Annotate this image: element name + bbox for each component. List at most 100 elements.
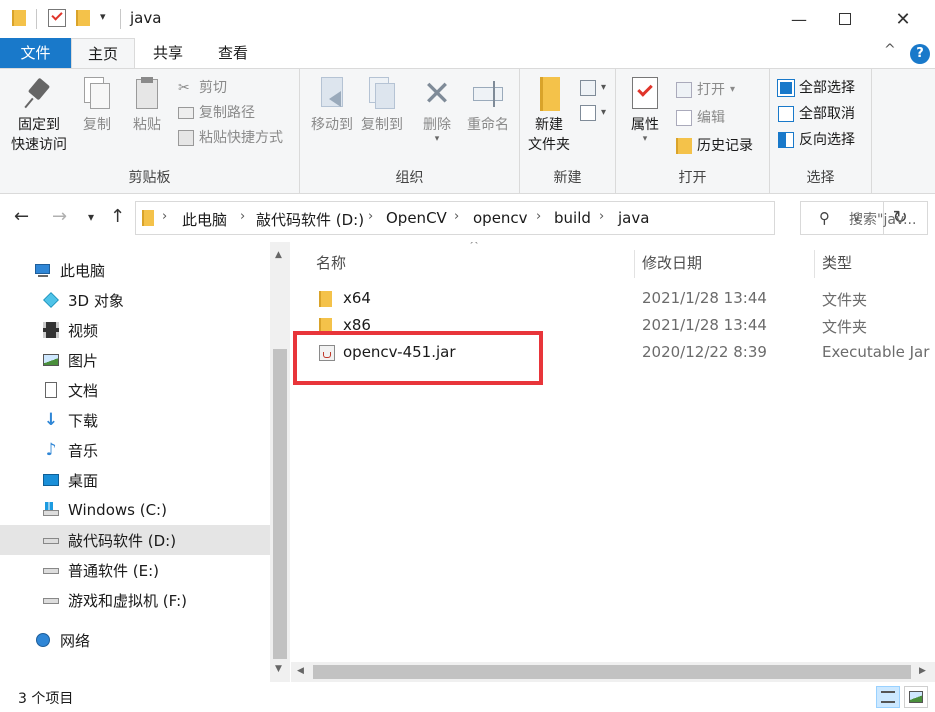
organize-group-label: 组织 — [395, 170, 424, 186]
windows-drive-icon — [42, 501, 60, 519]
scroll-thumb[interactable] — [273, 349, 287, 659]
file-list-horizontal-scrollbar[interactable]: ◀ ▶ — [291, 662, 935, 682]
new-group-label: 新建 — [553, 170, 582, 186]
breadcrumb-build[interactable]: build — [554, 209, 591, 227]
breadcrumb-separator-icon[interactable]: › — [240, 209, 245, 224]
scroll-thumb[interactable] — [313, 665, 911, 679]
tab-share[interactable]: 共享 — [138, 38, 198, 68]
breadcrumb-java[interactable]: java — [618, 209, 649, 227]
address-bar[interactable]: › 此电脑 › 敲代码软件 (D:) › OpenCV › opencv › b… — [135, 201, 908, 235]
nav-item-network[interactable]: 网络 — [0, 625, 270, 655]
scroll-left-icon[interactable]: ◀ — [297, 666, 304, 676]
nav-item-music[interactable]: ♪ 音乐 — [0, 435, 270, 465]
new-folder-icon[interactable] — [76, 10, 90, 26]
breadcrumb-drive-d[interactable]: 敲代码软件 (D:) — [256, 209, 364, 230]
pin-quick-access-button[interactable]: 固定到 快速访问 — [8, 77, 70, 155]
recent-locations-icon[interactable]: ▾ — [88, 210, 94, 224]
select-none-icon — [778, 106, 794, 122]
delete-label: 删除 — [423, 117, 451, 133]
copy-label: 复制 — [83, 117, 111, 133]
new-item-button[interactable]: ▾ — [580, 77, 606, 99]
paste-shortcut-button[interactable]: 粘贴快捷方式 — [178, 127, 283, 149]
paste-button[interactable]: 粘贴 — [124, 77, 170, 135]
search-icon: ⚲ — [819, 209, 830, 227]
column-header-type[interactable]: 类型 — [822, 252, 852, 276]
copy-path-button[interactable]: 复制路径 — [178, 102, 255, 124]
help-icon[interactable]: ? — [910, 44, 930, 64]
edit-button[interactable]: 编辑 — [676, 107, 725, 129]
copy-to-button[interactable]: 复制到 — [356, 77, 408, 135]
file-list: 名称 ^ 修改日期 类型 x64 2021/1/28 13:44 文件夹 x86… — [291, 242, 935, 662]
nav-item-downloads[interactable]: ↓ 下载 — [0, 405, 270, 435]
maximize-button[interactable] — [822, 0, 868, 38]
rename-button[interactable]: 重命名 — [462, 77, 514, 135]
column-header-date[interactable]: 修改日期 — [642, 252, 702, 276]
breadcrumb-separator-icon[interactable]: › — [454, 209, 459, 224]
collapse-ribbon-icon[interactable]: ^ — [884, 42, 896, 58]
copy-button[interactable]: 复制 — [74, 77, 120, 135]
move-to-button[interactable]: 移动到 — [306, 77, 358, 135]
minimize-button[interactable]: — — [776, 0, 822, 38]
column-divider[interactable] — [814, 250, 815, 278]
breadcrumb-separator-icon[interactable]: › — [536, 209, 541, 224]
breadcrumb-opencv[interactable]: opencv — [473, 209, 528, 227]
edit-icon — [676, 110, 692, 126]
history-button[interactable]: 历史记录 — [676, 135, 753, 157]
invert-selection-button[interactable]: 反向选择 — [778, 129, 855, 151]
highlight-annotation — [293, 331, 543, 385]
tab-file[interactable]: 文件 — [0, 38, 71, 68]
properties-button[interactable]: 属性 ▾ — [622, 77, 668, 144]
select-all-button[interactable]: 全部选择 — [777, 77, 855, 99]
search-input[interactable]: 搜索"jav... — [849, 209, 916, 229]
nav-item-drive-d[interactable]: 敲代码软件 (D:) — [0, 525, 270, 555]
column-divider[interactable] — [634, 250, 635, 278]
details-view-button[interactable] — [876, 686, 900, 708]
nav-item-videos[interactable]: 视频 — [0, 315, 270, 345]
scroll-right-icon[interactable]: ▶ — [919, 666, 926, 676]
tab-home[interactable]: 主页 — [71, 38, 135, 69]
nav-item-pictures[interactable]: 图片 — [0, 345, 270, 375]
large-icons-view-button[interactable] — [904, 686, 928, 708]
nav-item-this-pc[interactable]: 此电脑 — [0, 255, 270, 285]
search-box[interactable]: ⚲ 搜索"jav... — [800, 201, 928, 235]
cut-button[interactable]: ✂ 剪切 — [178, 77, 227, 99]
table-row[interactable]: x64 2021/1/28 13:44 文件夹 — [291, 286, 935, 313]
close-button[interactable]: ✕ — [880, 0, 926, 38]
nav-item-windows-c[interactable]: Windows (C:) — [0, 495, 270, 525]
nav-item-drive-e[interactable]: 普通软件 (E:) — [0, 555, 270, 585]
details-view-icon — [881, 691, 895, 703]
ribbon: 固定到 快速访问 复制 粘贴 ✂ 剪切 复制路径 粘贴快捷方式 剪贴板 移动到 … — [0, 68, 935, 194]
clipboard-group-label: 剪贴板 — [128, 170, 171, 186]
breadcrumb-separator-icon[interactable]: › — [162, 209, 167, 224]
nav-item-label: 敲代码软件 (D:) — [68, 531, 177, 550]
easy-access-icon — [580, 105, 596, 121]
nav-item-3d-objects[interactable]: 3D 对象 — [0, 285, 270, 315]
rename-label: 重命名 — [467, 117, 509, 133]
open-button[interactable]: 打开 ▾ — [676, 79, 735, 101]
forward-icon[interactable]: → — [52, 206, 67, 227]
up-icon[interactable]: ↑ — [110, 206, 125, 227]
properties-icon[interactable] — [48, 9, 66, 27]
breadcrumb-opencv-root[interactable]: OpenCV — [386, 209, 447, 227]
nav-item-documents[interactable]: 文档 — [0, 375, 270, 405]
nav-item-desktop[interactable]: 桌面 — [0, 465, 270, 495]
copy-to-label: 复制到 — [361, 117, 403, 133]
column-header-name[interactable]: 名称 — [316, 252, 346, 276]
breadcrumb-this-pc[interactable]: 此电脑 — [182, 209, 227, 230]
nav-item-drive-f[interactable]: 游戏和虚拟机 (F:) — [0, 585, 270, 615]
easy-access-button[interactable]: ▾ — [580, 102, 606, 124]
new-folder-button[interactable]: 新建 文件夹 — [524, 77, 574, 155]
divider — [120, 9, 121, 29]
delete-button[interactable]: ✕ 删除 ▾ — [414, 74, 460, 144]
scroll-down-icon[interactable]: ▼ — [275, 664, 282, 674]
nav-pane-scrollbar[interactable]: ▲ ▼ — [270, 242, 290, 682]
breadcrumb-separator-icon[interactable]: › — [368, 209, 373, 224]
tab-view[interactable]: 查看 — [202, 38, 264, 68]
back-icon[interactable]: ← — [14, 206, 29, 227]
scroll-up-icon[interactable]: ▲ — [275, 250, 282, 260]
delete-icon: ✕ — [422, 74, 452, 114]
customize-quick-access-icon[interactable]: ▾ — [100, 10, 106, 23]
music-icon: ♪ — [45, 440, 57, 460]
select-none-button[interactable]: 全部取消 — [778, 103, 855, 125]
breadcrumb-separator-icon[interactable]: › — [599, 209, 604, 224]
